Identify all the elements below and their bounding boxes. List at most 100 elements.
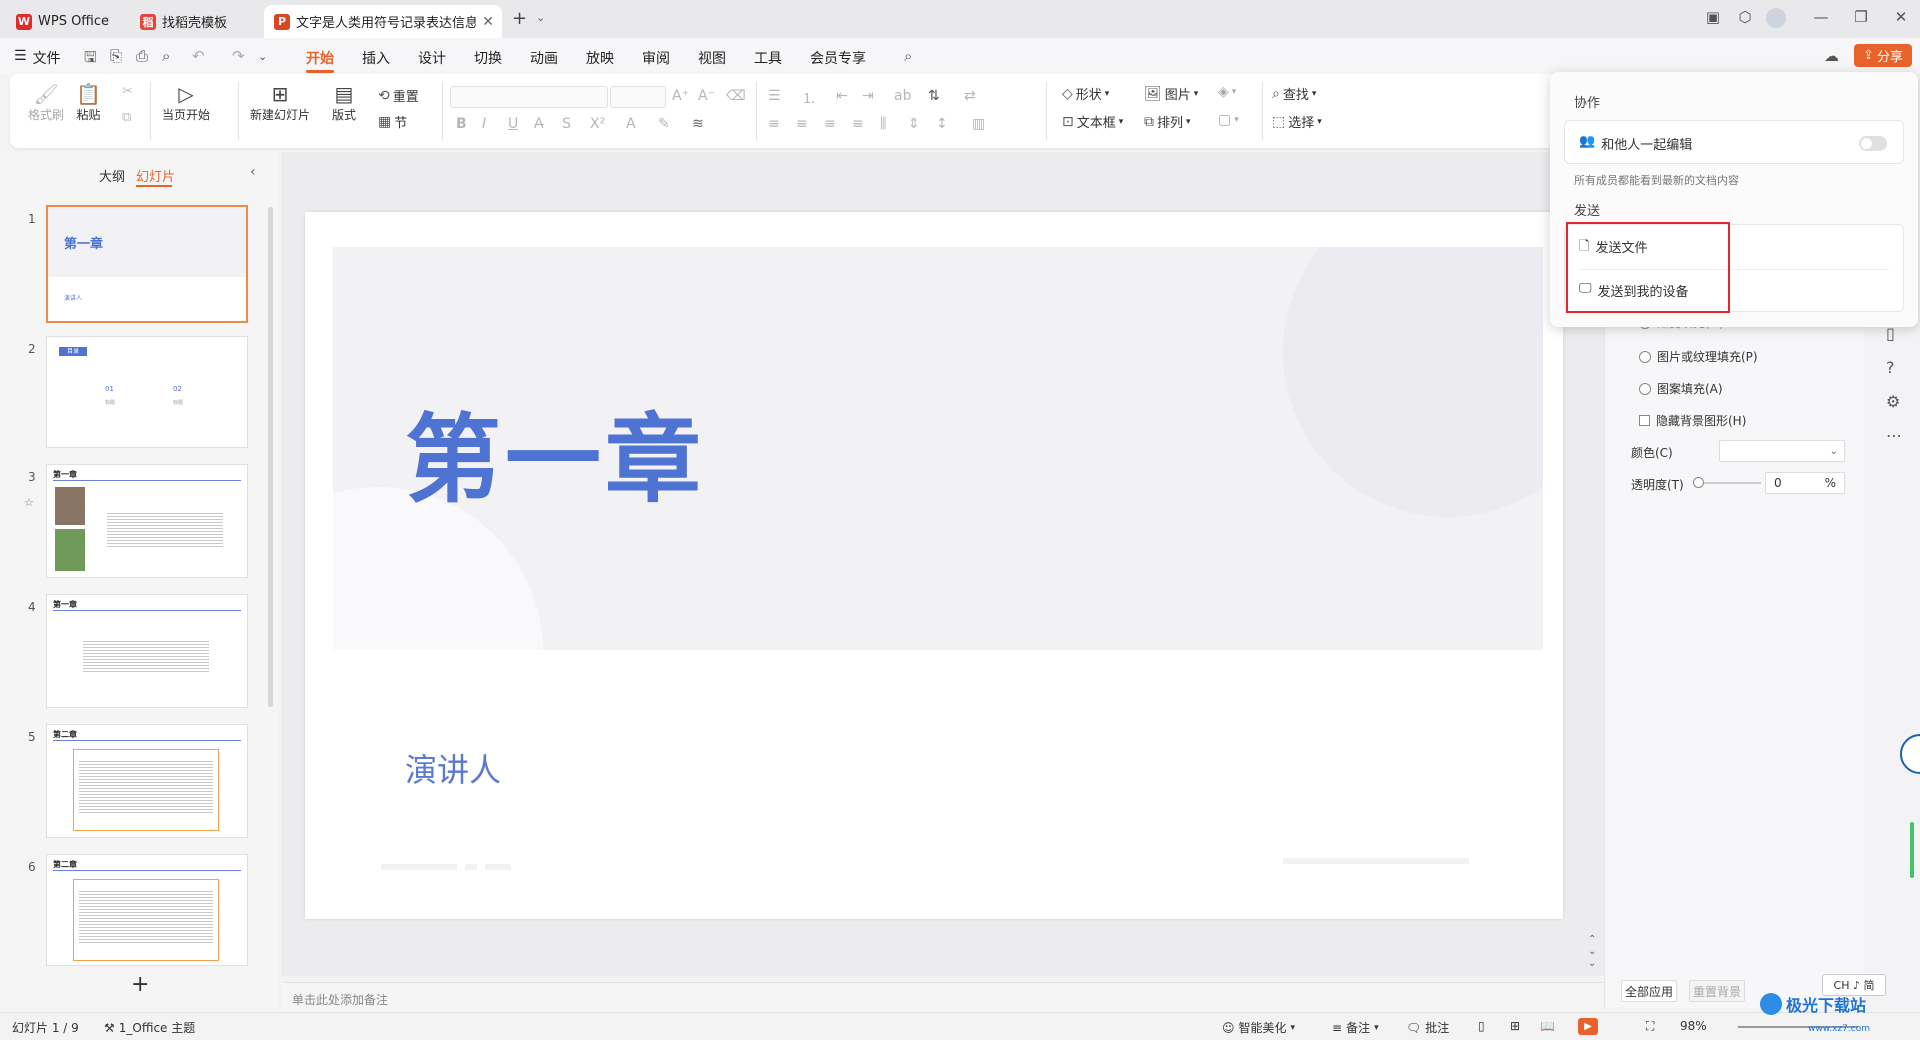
redo-icon[interactable]: ↷ [232, 47, 245, 65]
tab-list-chevron-icon[interactable]: ⌄ [536, 11, 545, 24]
tab-docer-templates[interactable]: 稻 找稻壳模板 [130, 5, 260, 38]
hide-background-checkbox[interactable]: 隐藏背景图形(H) [1639, 412, 1746, 429]
paste-button[interactable]: 📋 粘贴 [76, 82, 101, 123]
align-right-icon[interactable]: ≡ [824, 116, 836, 132]
menu-tab-review[interactable]: 审阅 [642, 48, 670, 68]
superscript-icon[interactable]: X² [590, 116, 605, 132]
grow-font-icon[interactable]: A⁺ [672, 88, 689, 104]
cloud-sync-icon[interactable]: ☁ [1824, 47, 1839, 65]
reset-background-button[interactable]: 重置背景 [1689, 980, 1745, 1002]
tab-active-document[interactable]: P 文字是人类用符号记录表达信息以 ✕ [264, 5, 502, 38]
customize-chevron-icon[interactable]: ⌄ [258, 50, 267, 63]
menu-tab-design[interactable]: 设计 [418, 48, 446, 68]
settings-icon[interactable]: ⚙ [1886, 392, 1900, 411]
undo-icon[interactable]: ↶ [192, 47, 205, 65]
normal-view-icon[interactable]: ▯ [1478, 1019, 1485, 1033]
menu-tab-slideshow[interactable]: 放映 [586, 48, 614, 68]
underline-icon[interactable]: U [508, 116, 518, 132]
font-name-dropdown[interactable] [450, 86, 608, 108]
line-spacing-icon[interactable]: ↕ [936, 116, 948, 132]
outline-button[interactable]: ▢ ▾ [1218, 112, 1239, 128]
menu-tab-member[interactable]: 会员专享 [810, 48, 866, 68]
picture-texture-fill-option[interactable]: 图片或纹理填充(P) [1639, 348, 1758, 365]
select-button[interactable]: ⬚ 选择 ▾ [1272, 112, 1322, 132]
distribute-icon[interactable]: ⫼ [880, 116, 886, 132]
start-from-current-button[interactable]: ▷ 当页开始 [162, 82, 210, 123]
menu-tab-animation[interactable]: 动画 [530, 48, 558, 68]
menu-tab-transition[interactable]: 切换 [474, 48, 502, 68]
assistant-icon[interactable] [1900, 734, 1920, 774]
align-left-icon[interactable]: ≡ [768, 116, 780, 132]
menu-tab-view[interactable]: 视图 [698, 48, 726, 68]
clear-format-icon[interactable]: ⌫ [726, 88, 746, 104]
reading-view-icon[interactable]: 📖 [1540, 1019, 1555, 1033]
font-color-icon[interactable]: A [626, 116, 636, 132]
comments-button[interactable]: 🗨 批注 [1406, 1019, 1449, 1036]
current-slide[interactable]: 第一章 演讲人 [305, 212, 1563, 919]
transparency-input[interactable]: 0 % [1765, 472, 1845, 494]
close-window-icon[interactable]: ✕ [1890, 8, 1912, 26]
new-slide-button[interactable]: ⊞ 新建幻灯片 [250, 82, 310, 123]
section-button[interactable]: ▦ 节 [378, 112, 407, 132]
save-icon[interactable]: 🖫 [84, 47, 97, 72]
menu-tab-home[interactable]: 开始 [306, 48, 334, 68]
char-spacing-icon[interactable]: ≋ [692, 116, 704, 132]
shrink-font-icon[interactable]: A⁻ [698, 88, 715, 104]
slide-title[interactable]: 第一章 [405, 382, 705, 521]
find-button[interactable]: ⌕ 查找 ▾ [1272, 84, 1316, 104]
arrange-button[interactable]: ⧉ 排列 ▾ [1144, 112, 1191, 132]
columns-icon[interactable]: ▥ [972, 116, 985, 132]
scroll-arrows-icon[interactable]: ⌃ ⌄ ⌄ [1588, 934, 1596, 970]
minimize-icon[interactable]: — [1810, 8, 1832, 26]
cut-icon[interactable]: ✂ [122, 84, 133, 99]
fill-button[interactable]: ◈ ▾ [1218, 84, 1236, 100]
notes-pane[interactable]: 单击此处添加备注 [282, 982, 1604, 1012]
play-slideshow-button[interactable]: ▶ [1578, 1018, 1598, 1035]
print-icon[interactable]: ⎙ [136, 47, 148, 65]
slide-thumbnail-1[interactable]: 第一章 演讲人 [46, 205, 248, 323]
theme-indicator[interactable]: ⚒ 1_Office 主题 [104, 1019, 195, 1036]
slide-thumbnail-6[interactable]: 第二章 [46, 854, 248, 966]
slide-subtitle[interactable]: 演讲人 [405, 745, 501, 791]
star-icon[interactable]: ☆ [24, 496, 34, 509]
reset-button[interactable]: ⟲ 重置 [378, 86, 419, 106]
avatar[interactable] [1766, 8, 1786, 28]
italic-icon[interactable]: I [482, 116, 486, 132]
slide-thumbnail-4[interactable]: 第一章 [46, 594, 248, 708]
numbering-icon[interactable]: ⒈ [802, 88, 816, 108]
restore-icon[interactable]: ❐ [1850, 8, 1872, 26]
bold-icon[interactable]: B [456, 116, 467, 132]
slide-thumbnail-2[interactable]: 目录 01 02 标题 标题 [46, 336, 248, 448]
apply-all-button[interactable]: 全部应用 [1621, 980, 1677, 1002]
export-icon[interactable]: ⎘ [110, 47, 122, 65]
vertical-align-icon[interactable]: ⇕ [908, 116, 920, 132]
thumbnail-scrollbar[interactable] [268, 207, 273, 707]
close-tab-icon[interactable]: ✕ [482, 14, 494, 30]
textbox-button[interactable]: ⊡ 文本框 ▾ [1062, 112, 1123, 132]
slide-thumbnail-5[interactable]: 第二章 [46, 724, 248, 838]
format-painter-button[interactable]: 🖌 格式刷 [28, 82, 64, 123]
menu-tab-tools[interactable]: 工具 [754, 48, 782, 68]
tab-outline[interactable]: 大纲 [99, 166, 125, 185]
tab-slides[interactable]: 幻灯片 [136, 166, 175, 185]
image-button[interactable]: 🖼 图片 ▾ [1144, 84, 1198, 104]
transparency-slider-track[interactable] [1697, 482, 1761, 484]
highlight-icon[interactable]: ✎ [658, 116, 670, 132]
increase-indent-icon[interactable]: ⇥ [862, 88, 874, 104]
help-icon[interactable]: ? [1886, 358, 1895, 377]
color-dropdown[interactable]: ⌄ [1719, 440, 1845, 462]
sorter-view-icon[interactable]: ⊞ [1510, 1019, 1520, 1033]
fit-window-icon[interactable]: ⛶ [1646, 1019, 1654, 1034]
print-preview-icon[interactable]: ⌕ [162, 47, 170, 65]
transparency-slider-handle[interactable] [1693, 477, 1704, 488]
menu-tab-insert[interactable]: 插入 [362, 48, 390, 68]
align-center-icon[interactable]: ≡ [796, 116, 808, 132]
layout-icon[interactable]: ▣ [1702, 8, 1724, 26]
cube-icon[interactable]: ⬡ [1734, 8, 1756, 26]
bullets-icon[interactable]: ☰ [768, 88, 781, 104]
search-icon[interactable]: ⌕ [904, 47, 912, 65]
collab-edit-row[interactable]: 👥 和他人一起编辑 [1579, 134, 1692, 153]
tab-wps-office[interactable]: W WPS Office [6, 5, 126, 38]
collab-toggle[interactable] [1859, 136, 1887, 151]
convert-icon[interactable]: ⇄ [964, 88, 976, 104]
